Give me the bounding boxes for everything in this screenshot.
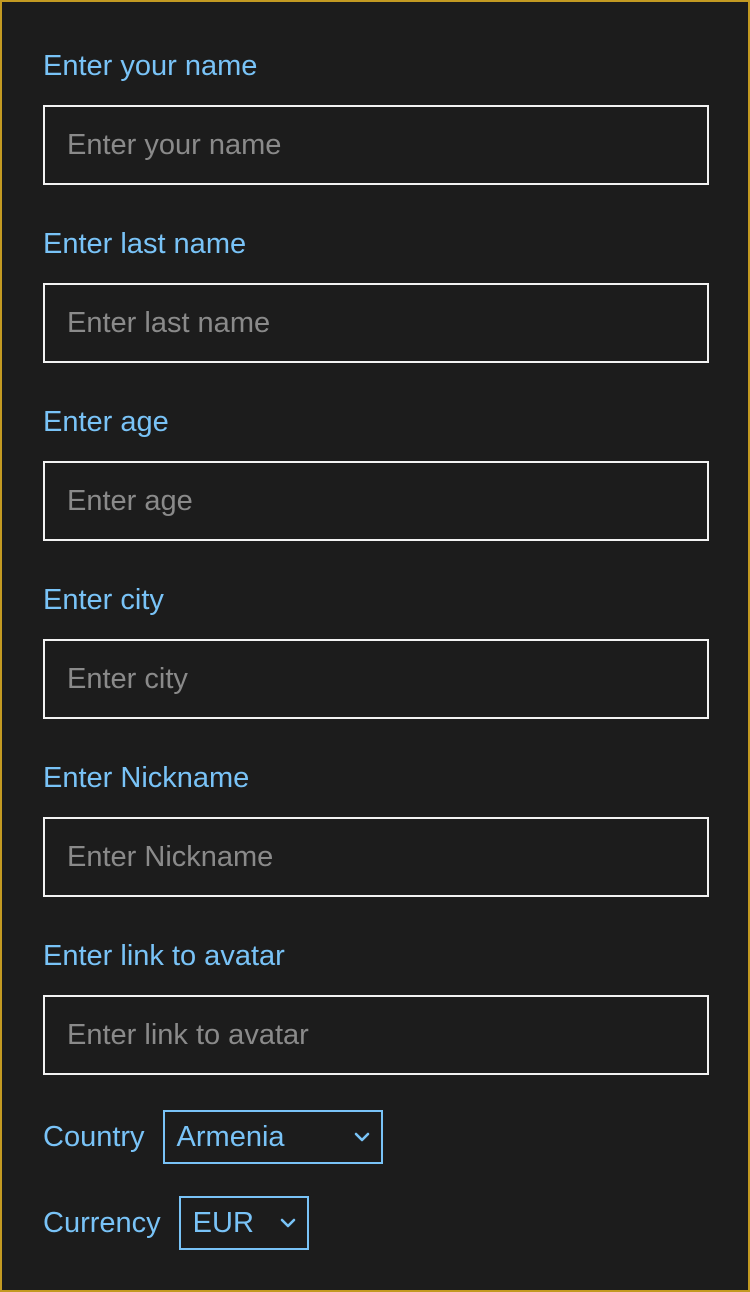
name-field-group: Enter your name xyxy=(43,49,709,185)
nickname-input[interactable] xyxy=(43,817,709,897)
name-label: Enter your name xyxy=(43,50,258,82)
age-label: Enter age xyxy=(43,406,169,438)
name-input[interactable] xyxy=(43,105,709,185)
country-select[interactable]: Armenia xyxy=(162,1110,383,1164)
currency-label: Currency xyxy=(43,1207,161,1239)
currency-selected-value: EUR xyxy=(192,1207,254,1239)
city-label: Enter city xyxy=(43,584,164,616)
city-input[interactable] xyxy=(43,639,709,719)
age-input[interactable] xyxy=(43,461,709,541)
currency-row: Currency EUR xyxy=(43,1196,309,1250)
country-row: Country Armenia xyxy=(43,1110,383,1164)
avatar-link-label: Enter link to avatar xyxy=(43,940,285,972)
last-name-label: Enter last name xyxy=(43,228,247,260)
currency-select[interactable]: EUR xyxy=(178,1196,309,1250)
chevron-down-icon xyxy=(277,1212,299,1234)
chevron-down-icon xyxy=(351,1126,373,1148)
last-name-input[interactable] xyxy=(43,283,709,363)
avatar-link-field-group: Enter link to avatar xyxy=(43,939,709,1075)
city-field-group: Enter city xyxy=(43,583,709,719)
last-name-field-group: Enter last name xyxy=(43,227,709,363)
nickname-label: Enter Nickname xyxy=(43,762,250,794)
age-field-group: Enter age xyxy=(43,405,709,541)
avatar-link-input[interactable] xyxy=(43,995,709,1075)
country-label: Country xyxy=(43,1121,145,1153)
nickname-field-group: Enter Nickname xyxy=(43,761,709,897)
form-panel: Enter your name Enter last name Enter ag… xyxy=(0,0,750,1292)
country-selected-value: Armenia xyxy=(176,1121,285,1153)
